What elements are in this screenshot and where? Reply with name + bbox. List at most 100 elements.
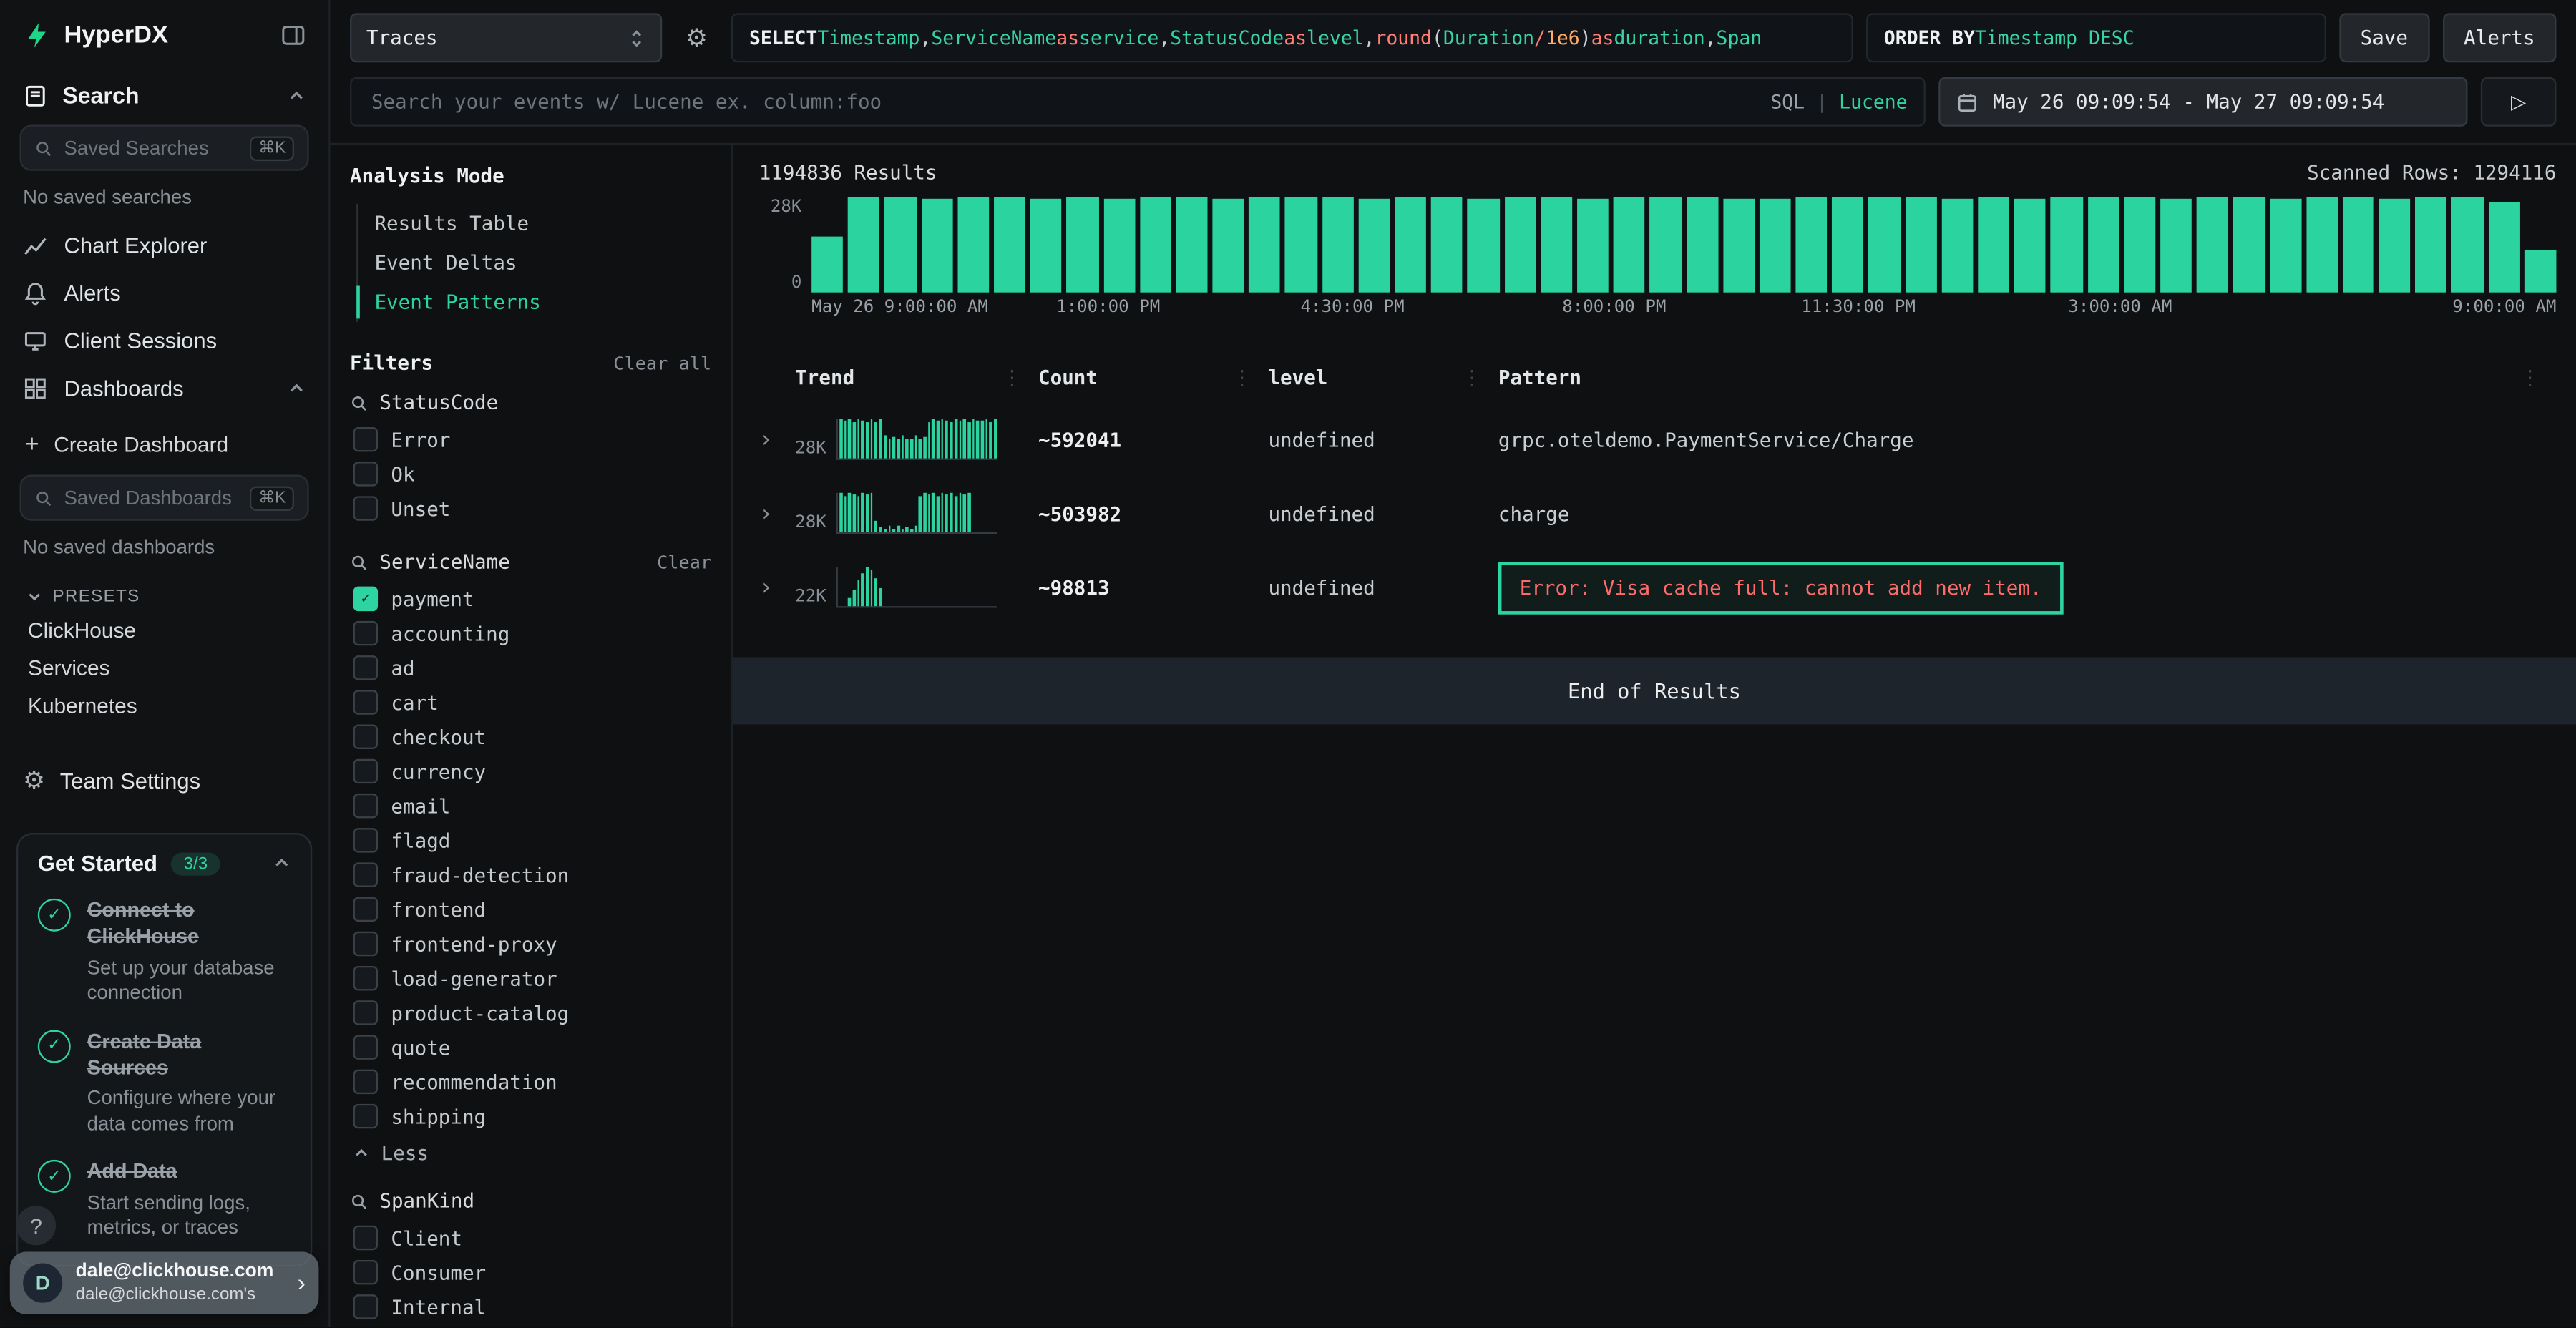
- checkbox-icon[interactable]: [353, 1260, 378, 1284]
- sidebar-collapse-icon[interactable]: [281, 22, 306, 47]
- chevron-right-icon[interactable]: ›: [298, 1269, 306, 1297]
- get-started-item[interactable]: ✓ Add Data Start sending logs, metrics, …: [38, 1158, 291, 1241]
- search-section-header[interactable]: Search: [0, 69, 328, 118]
- source-select[interactable]: Traces: [350, 13, 662, 62]
- save-button[interactable]: Save: [2339, 13, 2429, 62]
- filter-option-fraud-detection[interactable]: fraud-detection: [350, 857, 711, 892]
- filter-option-cart[interactable]: cart: [350, 685, 711, 719]
- histogram-bar[interactable]: [1541, 197, 1572, 292]
- histogram-bar[interactable]: [848, 197, 879, 292]
- histogram-bar[interactable]: [2051, 197, 2082, 293]
- lucene-toggle[interactable]: Lucene: [1839, 90, 1907, 113]
- histogram-bar[interactable]: [1395, 197, 1426, 293]
- filter-option-checkout[interactable]: checkout: [350, 720, 711, 754]
- histogram-bar[interactable]: [1833, 197, 1864, 292]
- histogram-bars[interactable]: [811, 197, 2556, 293]
- histogram-bar[interactable]: [2270, 198, 2301, 292]
- create-dashboard-button[interactable]: + Create Dashboard: [0, 419, 328, 468]
- histogram-bar[interactable]: [957, 197, 989, 293]
- column-handle-icon[interactable]: ⋮: [1462, 366, 1498, 389]
- checkbox-icon[interactable]: [353, 1294, 378, 1319]
- histogram-bar[interactable]: [1978, 197, 2009, 293]
- histogram-bar[interactable]: [1905, 197, 1936, 293]
- histogram-bar[interactable]: [1103, 198, 1135, 293]
- filter-option-frontend[interactable]: frontend: [350, 892, 711, 927]
- filter-option-load-generator[interactable]: load-generator: [350, 961, 711, 995]
- column-trend[interactable]: Trend: [795, 366, 854, 389]
- filter-option-recommendation[interactable]: recommendation: [350, 1065, 711, 1099]
- checkbox-icon[interactable]: [353, 1226, 378, 1250]
- column-handle-icon[interactable]: ⋮: [1002, 366, 1039, 389]
- histogram-bar[interactable]: [2379, 198, 2411, 293]
- histogram-bar[interactable]: [1614, 197, 1645, 293]
- pattern-row[interactable]: › 28K ~503982 undefined charge: [759, 477, 2557, 550]
- histogram-bar[interactable]: [2343, 197, 2374, 292]
- chevron-up-icon[interactable]: [288, 87, 306, 104]
- histogram-bar[interactable]: [1796, 197, 1828, 293]
- preset-kubernetes[interactable]: Kubernetes: [0, 687, 328, 725]
- source-settings-button[interactable]: ⚙: [675, 13, 718, 62]
- pattern-cell-highlighted[interactable]: Error: Visa cache full: cannot add new i…: [1498, 561, 2557, 613]
- checkbox-icon[interactable]: [353, 621, 378, 645]
- histogram-bar[interactable]: [2416, 197, 2447, 293]
- events-histogram[interactable]: 28K 0 May 26 9:00:00 AM1:00:00 PM4:30:00…: [759, 197, 2557, 324]
- histogram-bar[interactable]: [1687, 197, 1718, 293]
- histogram-bar[interactable]: [1868, 197, 1900, 293]
- histogram-bar[interactable]: [1030, 199, 1062, 293]
- histogram-bar[interactable]: [1723, 198, 1755, 293]
- filter-option-Internal[interactable]: Internal: [350, 1289, 711, 1324]
- run-query-button[interactable]: ▷: [2481, 77, 2557, 127]
- mode-event-patterns[interactable]: Event Patterns: [358, 283, 712, 322]
- filter-option-payment[interactable]: ✓payment: [350, 582, 711, 616]
- mode-results-table[interactable]: Results Table: [358, 204, 712, 243]
- sql-toggle[interactable]: SQL: [1770, 90, 1805, 113]
- filter-option-Error[interactable]: Error: [350, 422, 711, 456]
- histogram-bar[interactable]: [1504, 197, 1536, 293]
- sidebar-item-alerts[interactable]: Alerts: [0, 270, 328, 318]
- histogram-bar[interactable]: [2014, 198, 2046, 293]
- histogram-bar[interactable]: [1941, 198, 1973, 292]
- checkbox-icon[interactable]: [353, 794, 378, 818]
- sql-query-editor[interactable]: SELECT Timestamp, ServiceName as service…: [731, 13, 1853, 62]
- histogram-bar[interactable]: [2197, 197, 2228, 293]
- filter-option-ad[interactable]: ad: [350, 650, 711, 685]
- checkbox-icon[interactable]: [353, 828, 378, 852]
- filter-option-Ok[interactable]: Ok: [350, 456, 711, 491]
- checkbox-icon[interactable]: [353, 1000, 378, 1025]
- help-button[interactable]: ?: [16, 1206, 56, 1245]
- histogram-bar[interactable]: [2452, 197, 2484, 293]
- row-expand-icon[interactable]: ›: [759, 500, 796, 527]
- row-expand-icon[interactable]: ›: [759, 426, 796, 453]
- get-started-header[interactable]: Get Started 3/3: [38, 851, 291, 875]
- show-less-button[interactable]: Less: [350, 1133, 711, 1165]
- histogram-bar[interactable]: [2160, 199, 2192, 293]
- checkbox-icon[interactable]: ✓: [353, 587, 378, 611]
- error-pattern-value[interactable]: Error: Visa cache full: cannot add new i…: [1498, 561, 2064, 613]
- filter-option-frontend-proxy[interactable]: frontend-proxy: [350, 927, 711, 961]
- chevron-up-icon[interactable]: [273, 854, 291, 872]
- histogram-bar[interactable]: [921, 198, 952, 292]
- histogram-bar[interactable]: [811, 236, 843, 292]
- histogram-bar[interactable]: [994, 197, 1025, 293]
- sidebar-item-client-sessions[interactable]: Client Sessions: [0, 317, 328, 365]
- pattern-row[interactable]: › 22K ~98813 undefined Error: Visa cache…: [759, 550, 2557, 624]
- preset-services[interactable]: Services: [0, 649, 328, 687]
- column-level[interactable]: level: [1268, 366, 1327, 389]
- histogram-bar[interactable]: [1067, 197, 1098, 293]
- checkbox-icon[interactable]: [353, 966, 378, 990]
- checkbox-icon[interactable]: [353, 690, 378, 714]
- pattern-row[interactable]: › 28K ~592041 undefined grpc.oteldemo.Pa…: [759, 403, 2557, 477]
- column-pattern[interactable]: Pattern: [1498, 366, 1581, 389]
- histogram-bar[interactable]: [2306, 197, 2338, 293]
- checkbox-icon[interactable]: [353, 427, 378, 451]
- histogram-bar[interactable]: [1249, 197, 1280, 293]
- histogram-bar[interactable]: [884, 197, 916, 293]
- presets-toggle[interactable]: PRESETS: [0, 572, 328, 611]
- checkbox-icon[interactable]: [353, 462, 378, 486]
- filter-option-flagd[interactable]: flagd: [350, 823, 711, 857]
- checkbox-icon[interactable]: [353, 496, 378, 520]
- histogram-bar[interactable]: [1176, 197, 1208, 293]
- pattern-value[interactable]: charge: [1498, 502, 2557, 524]
- order-by-editor[interactable]: ORDER BY Timestamp DESC: [1866, 13, 2326, 62]
- filter-option-accounting[interactable]: accounting: [350, 616, 711, 650]
